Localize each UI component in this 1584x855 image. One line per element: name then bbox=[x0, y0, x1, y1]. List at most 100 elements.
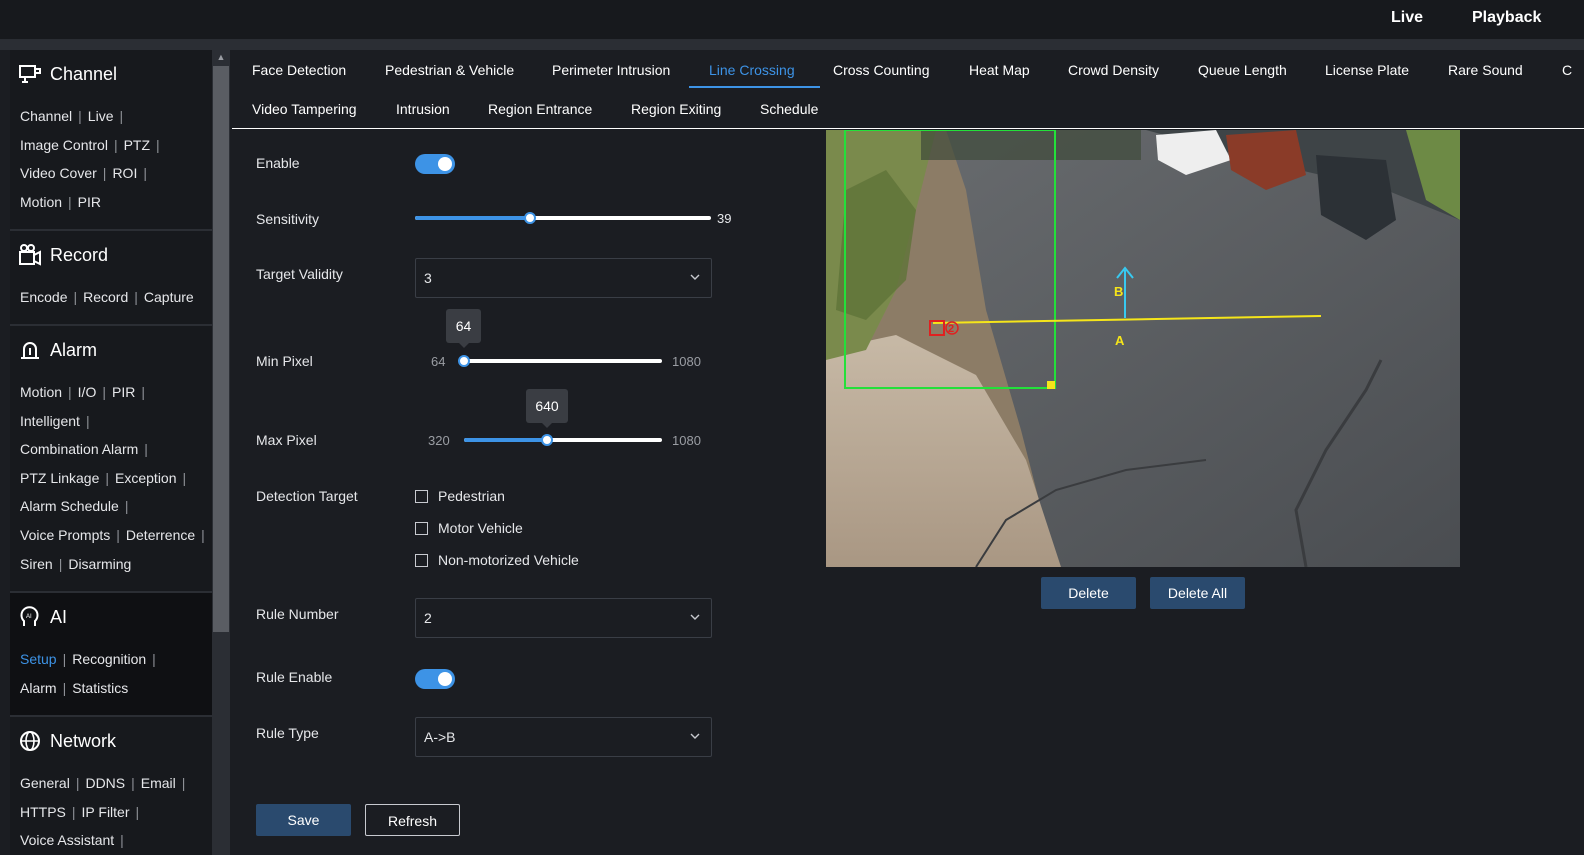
sidebar-item-email[interactable]: Email bbox=[141, 775, 176, 791]
tab-intrusion[interactable]: Intrusion bbox=[396, 101, 450, 117]
sidebar-item-alarm-motion[interactable]: Motion bbox=[20, 384, 62, 400]
tab-video-tampering[interactable]: Video Tampering bbox=[252, 101, 357, 117]
min-pixel-slider-track[interactable] bbox=[464, 359, 662, 363]
sensitivity-value: 39 bbox=[717, 211, 732, 226]
sidebar-item-io[interactable]: I/O bbox=[78, 384, 97, 400]
sidebar-heading-ai[interactable]: AI AI bbox=[18, 605, 67, 629]
tab-license-plate[interactable]: License Plate bbox=[1325, 62, 1409, 78]
rule-type-label: Rule Type bbox=[256, 725, 319, 741]
tab-line-crossing[interactable]: Line Crossing bbox=[709, 62, 795, 78]
sidebar-item-live[interactable]: Live bbox=[88, 108, 114, 124]
min-pixel-tooltip: 64 bbox=[446, 309, 481, 348]
sidebar-link-row: Channel | Live | bbox=[20, 108, 124, 124]
sidebar-item-encode[interactable]: Encode bbox=[20, 289, 67, 305]
sidebar-link-row: HTTPS | IP Filter | bbox=[20, 804, 140, 820]
monitor-icon bbox=[19, 65, 41, 83]
sidebar-item-roi[interactable]: ROI bbox=[112, 165, 137, 181]
sidebar-item-deterrence[interactable]: Deterrence bbox=[126, 527, 195, 543]
pedestrian-checkbox[interactable] bbox=[415, 489, 428, 503]
chevron-down-icon bbox=[690, 614, 700, 620]
save-button[interactable]: Save bbox=[256, 804, 351, 836]
tab-region-entrance[interactable]: Region Entrance bbox=[488, 101, 592, 117]
pedestrian-checkbox-row[interactable]: Pedestrian bbox=[415, 488, 505, 504]
sidebar-heading-network[interactable]: Network bbox=[18, 729, 116, 753]
sidebar-item-intelligent[interactable]: Intelligent bbox=[20, 413, 80, 429]
sidebar-scrollbar-thumb[interactable] bbox=[213, 66, 229, 632]
sidebar-link-row: PTZ Linkage | Exception | bbox=[20, 470, 187, 486]
sidebar-item-record[interactable]: Record bbox=[83, 289, 128, 305]
nav-playback[interactable]: Playback bbox=[1472, 9, 1541, 27]
tab-crowd-density[interactable]: Crowd Density bbox=[1068, 62, 1159, 78]
sidebar-item-recognition[interactable]: Recognition bbox=[72, 651, 146, 667]
sidebar-item-siren[interactable]: Siren bbox=[20, 556, 53, 572]
rule-type-select[interactable]: A->B bbox=[415, 717, 712, 757]
sidebar-item-disarming[interactable]: Disarming bbox=[68, 556, 131, 572]
max-pixel-slider-handle[interactable] bbox=[541, 434, 553, 446]
tab-cross-counting[interactable]: Cross Counting bbox=[833, 62, 930, 78]
sidebar-item-ptz-linkage[interactable]: PTZ Linkage bbox=[20, 470, 99, 486]
sidebar-item-alarm-pir[interactable]: PIR bbox=[112, 384, 135, 400]
sidebar-section-network: Network General | DDNS | Email | HTTPS | IP Fil… bbox=[10, 717, 212, 855]
nav-live[interactable]: Live bbox=[1391, 9, 1423, 27]
sidebar-link-row: Video Cover | ROI | bbox=[20, 165, 147, 181]
scroll-up-arrow-icon[interactable]: ▲ bbox=[214, 52, 228, 64]
rule-number-select[interactable]: 2 bbox=[415, 598, 712, 638]
tab-rare-sound[interactable]: Rare Sound bbox=[1448, 62, 1523, 78]
target-validity-select[interactable]: 3 bbox=[415, 258, 712, 298]
tab-schedule[interactable]: Schedule bbox=[760, 101, 818, 117]
sidebar-item-ddns[interactable]: DDNS bbox=[85, 775, 125, 791]
sidebar-item-ai-alarm[interactable]: Alarm bbox=[20, 680, 57, 696]
sidebar-item-https[interactable]: HTTPS bbox=[20, 804, 66, 820]
sidebar-item-ip-filter[interactable]: IP Filter bbox=[82, 804, 130, 820]
alarm-siren-icon bbox=[21, 342, 39, 359]
globe-icon bbox=[20, 731, 40, 751]
sidebar-link-row: Voice Prompts | Deterrence | bbox=[20, 527, 205, 543]
refresh-button[interactable]: Refresh bbox=[365, 804, 460, 836]
sidebar-item-general[interactable]: General bbox=[20, 775, 70, 791]
sidebar: Channel Channel | Live | Image Control | PTZ |… bbox=[10, 50, 212, 855]
sidebar-item-voice-prompts[interactable]: Voice Prompts bbox=[20, 527, 110, 543]
sidebar-item-capture[interactable]: Capture bbox=[144, 289, 194, 305]
delete-button[interactable]: Delete bbox=[1041, 577, 1136, 609]
sidebar-link-row: Voice Assistant | bbox=[20, 832, 124, 848]
sidebar-section-alarm: Alarm Motion | I/O | PIR | Intelligent | Combi… bbox=[10, 326, 212, 591]
delete-all-button[interactable]: Delete All bbox=[1150, 577, 1245, 609]
sidebar-heading-record[interactable]: Record bbox=[18, 243, 108, 267]
sidebar-item-video-cover[interactable]: Video Cover bbox=[20, 165, 97, 181]
rule-enable-toggle[interactable] bbox=[415, 669, 455, 689]
tab-region-exiting[interactable]: Region Exiting bbox=[631, 101, 721, 117]
non-motorized-vehicle-checkbox[interactable] bbox=[415, 553, 428, 567]
camera-preview[interactable]: B A 2 bbox=[826, 130, 1460, 567]
sidebar-item-voice-assistant[interactable]: Voice Assistant bbox=[20, 832, 114, 848]
enable-label: Enable bbox=[256, 155, 300, 171]
sidebar-heading-alarm[interactable]: Alarm bbox=[18, 338, 97, 362]
sensitivity-slider-handle[interactable] bbox=[524, 212, 536, 224]
sidebar-item-alarm-schedule[interactable]: Alarm Schedule bbox=[20, 498, 119, 514]
min-pixel-slider-handle[interactable] bbox=[458, 355, 470, 367]
sidebar-item-exception[interactable]: Exception bbox=[115, 470, 176, 486]
sidebar-item-ptz[interactable]: PTZ bbox=[124, 137, 150, 153]
tab-face-detection[interactable]: Face Detection bbox=[252, 62, 346, 78]
tab-pedestrian-vehicle[interactable]: Pedestrian & Vehicle bbox=[385, 62, 514, 78]
sidebar-item-statistics[interactable]: Statistics bbox=[72, 680, 128, 696]
sidebar-item-image-control[interactable]: Image Control bbox=[20, 137, 108, 153]
motor-vehicle-checkbox-row[interactable]: Motor Vehicle bbox=[415, 520, 523, 536]
motor-vehicle-checkbox[interactable] bbox=[415, 521, 428, 535]
max-pixel-max: 1080 bbox=[672, 433, 701, 448]
sidebar-item-pir[interactable]: PIR bbox=[78, 194, 101, 210]
max-pixel-slider-fill bbox=[464, 438, 547, 442]
sidebar-item-channel[interactable]: Channel bbox=[20, 108, 72, 124]
line-label-b: B bbox=[1114, 284, 1123, 299]
sidebar-heading-label: Alarm bbox=[50, 339, 98, 360]
tab-overflow[interactable]: C bbox=[1562, 62, 1572, 78]
tab-heat-map[interactable]: Heat Map bbox=[969, 62, 1030, 78]
sidebar-item-combination-alarm[interactable]: Combination Alarm bbox=[20, 441, 138, 457]
sidebar-item-motion[interactable]: Motion bbox=[20, 194, 62, 210]
tab-perimeter-intrusion[interactable]: Perimeter Intrusion bbox=[552, 62, 670, 78]
sidebar-item-setup[interactable]: Setup bbox=[20, 651, 57, 667]
sensitivity-label: Sensitivity bbox=[256, 211, 320, 227]
non-motorized-vehicle-checkbox-row[interactable]: Non-motorized Vehicle bbox=[415, 552, 579, 568]
tab-queue-length[interactable]: Queue Length bbox=[1198, 62, 1287, 78]
enable-toggle[interactable] bbox=[415, 154, 455, 174]
sidebar-heading-channel[interactable]: Channel bbox=[18, 62, 117, 86]
